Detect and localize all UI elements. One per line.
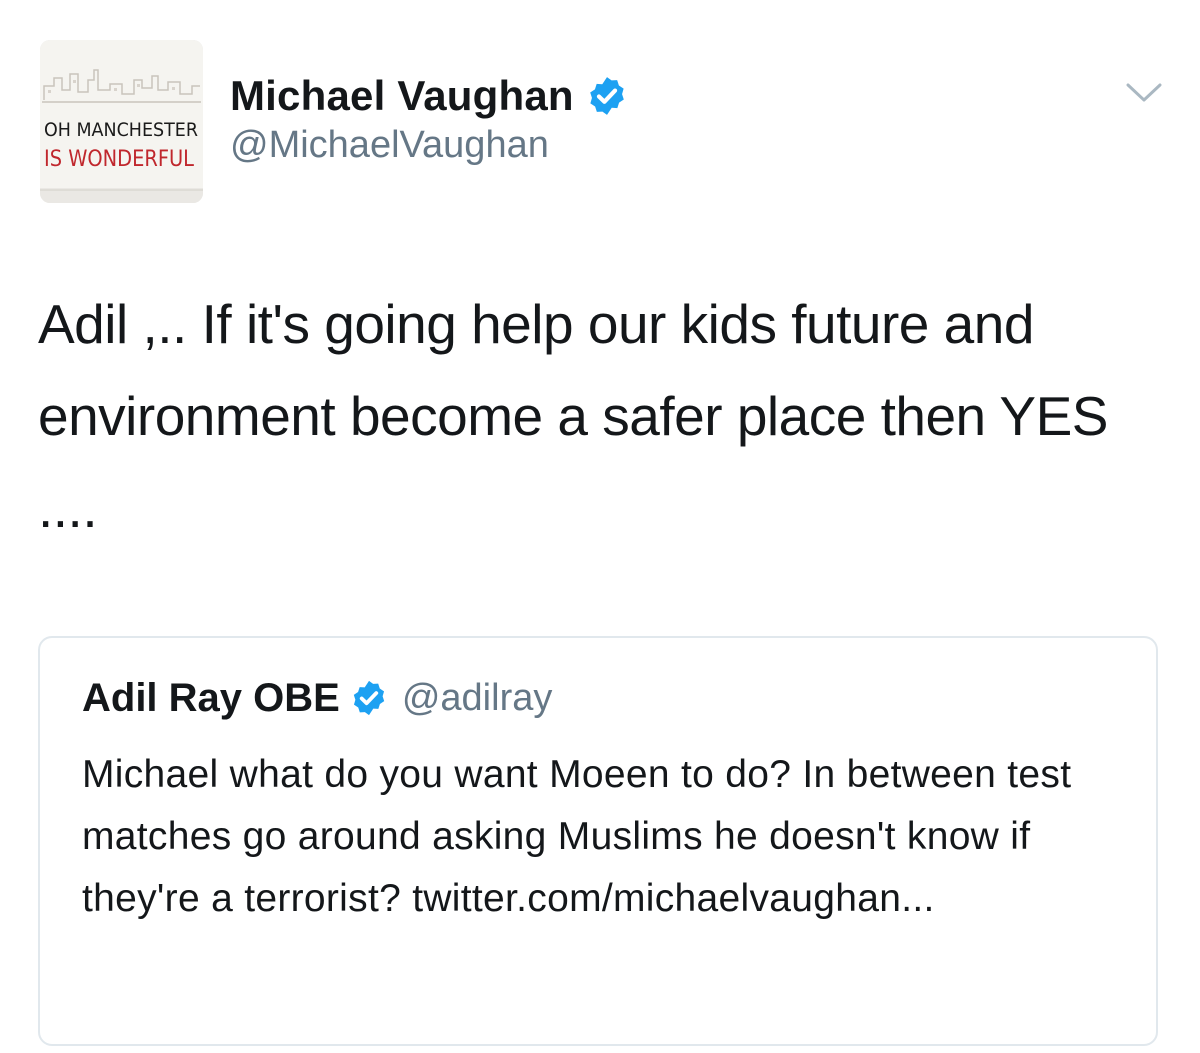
verified-badge-icon (350, 679, 388, 717)
author-name[interactable]: Michael Vaughan (230, 72, 574, 120)
avatar[interactable]: OH MANCHESTER IS WONDERFUL (40, 40, 203, 203)
quoted-tweet-text: Michael what do you want Moeen to do? In… (82, 753, 1072, 920)
quoted-author-handle: @adilray (401, 676, 553, 719)
avatar-text-line2: IS WONDERFUL (44, 147, 195, 172)
author-handle[interactable]: @MichaelVaughan (230, 124, 549, 167)
verified-badge-icon (586, 75, 628, 117)
avatar-text-line1: OH MANCHESTER (44, 119, 198, 141)
tweet-text: Adil ,.. If it's going help our kids fut… (38, 293, 1108, 539)
quoted-author-name: Adil Ray OBE (82, 675, 340, 720)
avatar-image: OH MANCHESTER IS WONDERFUL (40, 40, 203, 203)
quoted-tweet[interactable]: Adil Ray OBE @adilray Michael what do yo… (38, 636, 1158, 1046)
quoted-tweet-header: Adil Ray OBE @adilray (82, 672, 552, 724)
tweet-card: OH MANCHESTER IS WONDERFUL Michael Vaugh… (0, 0, 1200, 1053)
chevron-down-icon[interactable] (1124, 80, 1164, 106)
author-row: Michael Vaughan (230, 70, 628, 122)
